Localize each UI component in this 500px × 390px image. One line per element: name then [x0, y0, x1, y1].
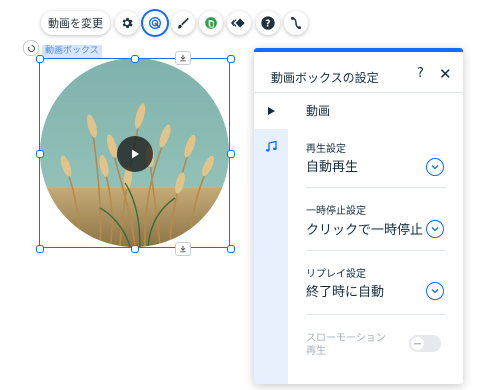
- slow-motion-label: スローモーション 再生: [306, 332, 386, 358]
- chevron-down-icon: [431, 165, 439, 170]
- layers-button[interactable]: [199, 11, 223, 35]
- playback-value[interactable]: 自動再生: [306, 156, 426, 175]
- slow-motion-toggle[interactable]: [409, 335, 441, 352]
- help-button[interactable]: ?: [256, 11, 280, 35]
- animation-icon: [231, 18, 245, 28]
- panel-tab-sidebar: [254, 93, 288, 384]
- connect-icon: [291, 16, 301, 30]
- resize-handle-bottom-left[interactable]: [36, 245, 44, 253]
- play-icon: [132, 149, 139, 159]
- resize-handle-bottom-right[interactable]: [227, 245, 235, 253]
- chevron-down-icon: [431, 289, 439, 294]
- download-icon: [180, 54, 186, 62]
- animation-button[interactable]: [227, 11, 251, 35]
- stretch-top-button[interactable]: [175, 51, 191, 65]
- resize-handle-left[interactable]: [36, 150, 44, 158]
- rotate-handle[interactable]: [23, 40, 39, 56]
- brush-icon: [177, 17, 189, 29]
- rotate-icon: [27, 44, 35, 52]
- replay-label: リプレイ設定: [306, 269, 366, 280]
- section-divider: [306, 250, 446, 251]
- pause-value[interactable]: クリックで一時停止: [306, 219, 426, 238]
- layers-icon: [205, 17, 217, 29]
- touch-icon: [149, 17, 161, 29]
- play-button[interactable]: [117, 136, 153, 172]
- music-note-icon: [266, 141, 277, 152]
- slow-motion-label-line1: スローモーション: [306, 333, 386, 344]
- resize-handle-top-right[interactable]: [227, 55, 235, 63]
- design-button[interactable]: [171, 11, 195, 35]
- replay-value[interactable]: 終了時に自動: [306, 281, 426, 300]
- tab-title: 動画: [306, 104, 331, 118]
- playback-dropdown[interactable]: [426, 158, 444, 176]
- close-icon[interactable]: ✕: [439, 65, 452, 83]
- interaction-button[interactable]: [143, 11, 167, 35]
- help-icon[interactable]: ?: [417, 66, 424, 81]
- element-label: 動画ボックス: [42, 45, 102, 58]
- playback-label: 再生設定: [306, 144, 346, 155]
- stretch-bottom-button[interactable]: [175, 242, 191, 256]
- section-divider: [306, 314, 446, 315]
- resize-handle-bottom[interactable]: [131, 245, 139, 253]
- change-video-button[interactable]: 動画を変更: [41, 11, 110, 35]
- tab-audio[interactable]: [254, 129, 288, 165]
- download-icon: [180, 245, 186, 253]
- tab-video[interactable]: [254, 93, 288, 129]
- help-icon: ?: [261, 16, 275, 30]
- gear-icon: [122, 17, 133, 29]
- settings-button[interactable]: [115, 11, 139, 35]
- replay-dropdown[interactable]: [426, 282, 444, 300]
- chevron-down-icon: [431, 227, 439, 232]
- resize-handle-top[interactable]: [131, 55, 139, 63]
- video-box-settings-panel: 動画ボックスの設定 ? ✕ 動画 再生設定 自動再生 一時停止設定 クリックで一…: [254, 48, 463, 384]
- pause-dropdown[interactable]: [426, 220, 444, 238]
- panel-title: 動画ボックスの設定: [271, 71, 379, 85]
- section-divider: [306, 187, 446, 188]
- resize-handle-right[interactable]: [227, 150, 235, 158]
- svg-text:?: ?: [265, 18, 270, 29]
- pause-label: 一時停止設定: [306, 206, 366, 217]
- toggle-knob: [411, 337, 424, 350]
- slow-motion-label-line2: 再生: [306, 346, 326, 357]
- play-icon: [268, 107, 275, 115]
- minus-icon: [414, 342, 421, 344]
- connect-button[interactable]: [284, 11, 308, 35]
- resize-handle-top-left[interactable]: [36, 55, 44, 63]
